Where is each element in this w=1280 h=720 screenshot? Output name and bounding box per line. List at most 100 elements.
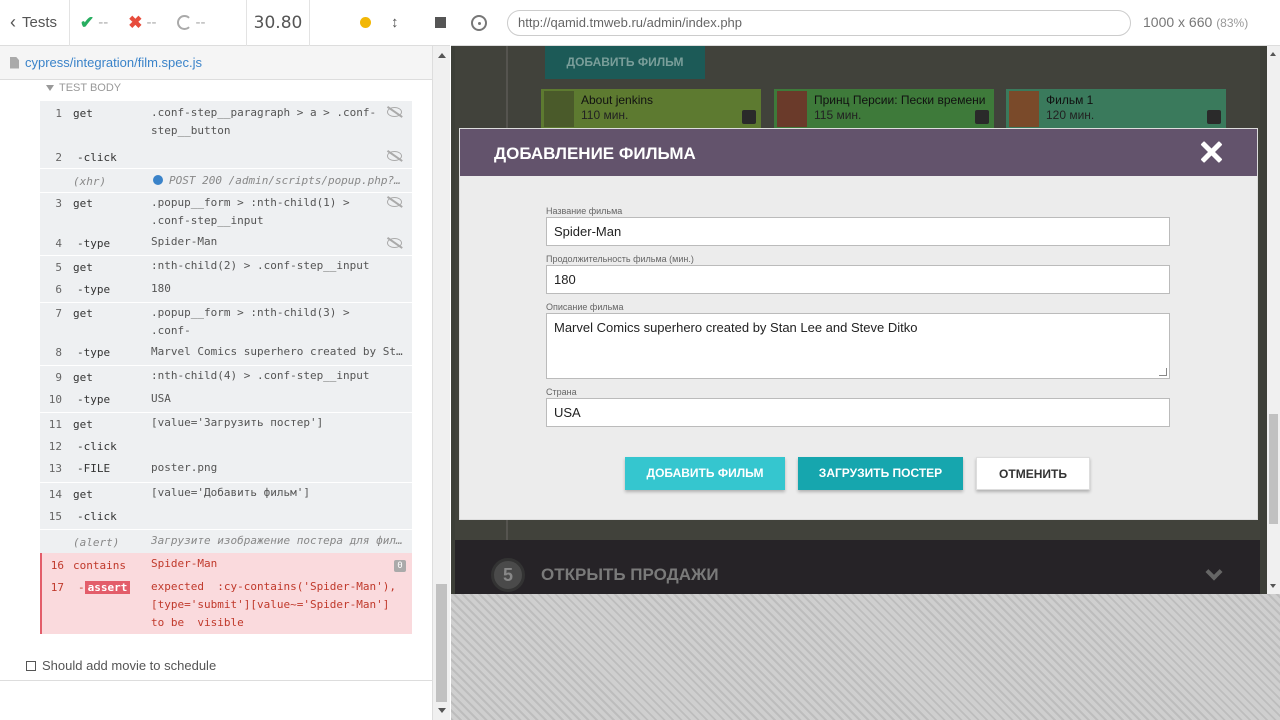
popup-title: ДОБАВЛЕНИЕ ФИЛЬМА xyxy=(494,144,696,163)
film-poster xyxy=(544,91,574,127)
eye-slash-icon xyxy=(387,238,402,248)
close-icon[interactable] xyxy=(1199,139,1225,165)
scroll-down-icon[interactable] xyxy=(438,708,446,713)
command-row[interactable]: 12 -click xyxy=(40,436,412,459)
auto-scroll-indicator-icon[interactable] xyxy=(360,17,371,28)
command-row-failed-assert[interactable]: 17 - assert expected :cy-contains('Spider… xyxy=(40,577,412,634)
command-row[interactable]: 1 get .conf-step__paragraph > a > .conf-… xyxy=(40,101,412,146)
divider xyxy=(0,680,432,681)
pending-stat: -- xyxy=(176,14,206,31)
test-stats: ✔ -- ✖ -- -- xyxy=(70,0,247,46)
assert-badge: assert xyxy=(84,581,131,594)
step-number: 5 xyxy=(491,558,525,592)
selector-playground-icon[interactable] xyxy=(471,15,487,31)
pending-count: -- xyxy=(195,14,206,31)
command-row[interactable]: 14 get [value='Добавить фильм'] xyxy=(40,482,412,506)
trash-icon[interactable] xyxy=(742,110,756,124)
command-row[interactable]: 5 get :nth-child(2) > .conf-step__input xyxy=(40,255,412,279)
viewport-scale: (83%) xyxy=(1216,16,1249,30)
command-row-alert[interactable]: (alert) Загрузите изображение постера дл… xyxy=(40,529,412,553)
film-country-label: Страна xyxy=(546,387,577,397)
add-film-popup: ДОБАВЛЕНИЕ ФИЛЬМА Название фильма Spider… xyxy=(460,129,1257,519)
tests-back-button[interactable]: ‹ Tests xyxy=(0,0,70,46)
viewport-size-info[interactable]: 1000 x 660 (83%) xyxy=(1143,14,1248,30)
aut-background xyxy=(451,594,1280,720)
spec-file-link[interactable]: cypress/integration/film.spec.js xyxy=(25,55,202,70)
scrollbar-thumb[interactable] xyxy=(436,584,447,702)
film-card[interactable]: About jenkins 110 мин. xyxy=(541,89,761,129)
command-row[interactable]: 13 -FILE poster.png xyxy=(40,459,412,482)
popup-header: ДОБАВЛЕНИЕ ФИЛЬМА xyxy=(460,129,1257,176)
film-poster xyxy=(1009,91,1039,127)
command-row[interactable]: 7 get .popup__form > :nth-child(3) > .co… xyxy=(40,302,412,355)
film-description-textarea[interactable]: Marvel Comics superhero created by Stan … xyxy=(546,313,1170,379)
command-row[interactable]: 9 get :nth-child(4) > .conf-step__input xyxy=(40,365,412,389)
check-icon: ✔ xyxy=(80,12,95,32)
passed-stat: ✔ -- xyxy=(80,13,108,33)
eye-slash-icon xyxy=(387,151,402,161)
film-card[interactable]: Фильм 1 120 мин. xyxy=(1006,89,1226,129)
trash-icon[interactable] xyxy=(975,110,989,124)
eye-slash-icon xyxy=(387,197,402,207)
command-row-failed[interactable]: 16 contains Spider-Man 0 xyxy=(40,553,412,577)
caret-down-icon xyxy=(46,85,54,91)
scroll-up-icon[interactable] xyxy=(438,53,446,58)
command-log: TEST BODY 1 get .conf-step__paragraph > … xyxy=(0,80,432,680)
viewport-dimensions: 1000 x 660 xyxy=(1143,14,1213,30)
film-card[interactable]: Принц Персии: Пески времени 115 мин. xyxy=(774,89,994,129)
reporter-scrollbar[interactable] xyxy=(432,46,450,720)
reporter-controls: ↕ xyxy=(310,0,450,46)
test-status-icon xyxy=(26,660,36,671)
xhr-status-icon xyxy=(153,175,163,185)
film-description-label: Описание фильма xyxy=(546,302,624,312)
cypress-reporter: ‹ Tests ✔ -- ✖ -- -- 30.80 ↕ cypress/int… xyxy=(0,0,450,720)
scroll-up-icon[interactable] xyxy=(1270,52,1276,56)
url-bar[interactable]: http://qamid.tmweb.ru/admin/index.php xyxy=(507,10,1131,36)
command-row[interactable]: 11 get [value='Загрузить постер'] xyxy=(40,412,412,436)
page-add-film-button[interactable]: ДОБАВИТЬ ФИЛЬМ xyxy=(545,46,705,79)
failed-stat: ✖ -- xyxy=(128,13,156,33)
step-open-sales[interactable]: 5 ОТКРЫТЬ ПРОДАЖИ xyxy=(455,540,1260,594)
file-icon xyxy=(10,56,19,69)
cancel-button[interactable]: ОТМЕНИТЬ xyxy=(976,457,1090,490)
trash-icon[interactable] xyxy=(1207,110,1221,124)
spec-file-bar: cypress/integration/film.spec.js xyxy=(0,46,432,80)
passed-count: -- xyxy=(98,14,109,31)
aut-header: http://qamid.tmweb.ru/admin/index.php 10… xyxy=(451,0,1280,46)
film-name-input[interactable]: Spider-Man xyxy=(546,217,1170,246)
command-row[interactable]: 4 -type Spider-Man xyxy=(40,233,412,255)
test-body-section[interactable]: TEST BODY xyxy=(46,82,121,94)
duration: 30.80 xyxy=(247,0,310,46)
scroll-down-icon[interactable] xyxy=(1270,584,1276,588)
command-row[interactable]: 3 get .popup__form > :nth-child(1) > .co… xyxy=(40,192,412,233)
film-country-input[interactable]: USA xyxy=(546,398,1170,427)
command-row[interactable]: 6 -type 180 xyxy=(40,279,412,302)
aut-scrollbar[interactable] xyxy=(1267,46,1280,594)
command-row[interactable]: 15 -click xyxy=(40,506,412,529)
test-body-label: TEST BODY xyxy=(59,82,122,94)
upload-poster-button[interactable]: ЗАГРУЗИТЬ ПОСТЕР xyxy=(798,457,963,490)
failed-count: -- xyxy=(146,14,157,31)
film-poster xyxy=(777,91,807,127)
element-count-badge: 0 xyxy=(394,560,406,572)
pending-icon xyxy=(176,15,192,30)
toggle-auto-scroll-icon[interactable]: ↕ xyxy=(391,14,399,31)
chevron-left-icon: ‹ xyxy=(10,12,16,32)
next-test-label: Should add movie to schedule xyxy=(42,658,217,673)
film-duration-input[interactable]: 180 xyxy=(546,265,1170,294)
command-row[interactable]: 2 -click xyxy=(40,146,412,168)
add-film-button[interactable]: ДОБАВИТЬ ФИЛЬМ xyxy=(625,457,785,490)
film-name-label: Название фильма xyxy=(546,206,623,216)
next-test-item[interactable]: Should add movie to schedule xyxy=(26,658,216,673)
command-row[interactable]: 10 -type USA xyxy=(40,389,412,412)
x-icon: ✖ xyxy=(128,12,143,32)
step-title: ОТКРЫТЬ ПРОДАЖИ xyxy=(541,565,719,584)
command-row[interactable]: 8 -type Marvel Comics superhero created … xyxy=(40,342,412,365)
scrollbar-thumb[interactable] xyxy=(1269,414,1278,524)
stop-icon[interactable] xyxy=(434,17,446,28)
eye-slash-icon xyxy=(387,107,402,117)
chevron-down-icon[interactable] xyxy=(1205,563,1223,581)
command-row-xhr[interactable]: (xhr) POST 200 /admin/scripts/popup.php?… xyxy=(40,168,412,192)
tests-label: Tests xyxy=(22,14,58,31)
reporter-header: ‹ Tests ✔ -- ✖ -- -- 30.80 ↕ xyxy=(0,0,450,46)
